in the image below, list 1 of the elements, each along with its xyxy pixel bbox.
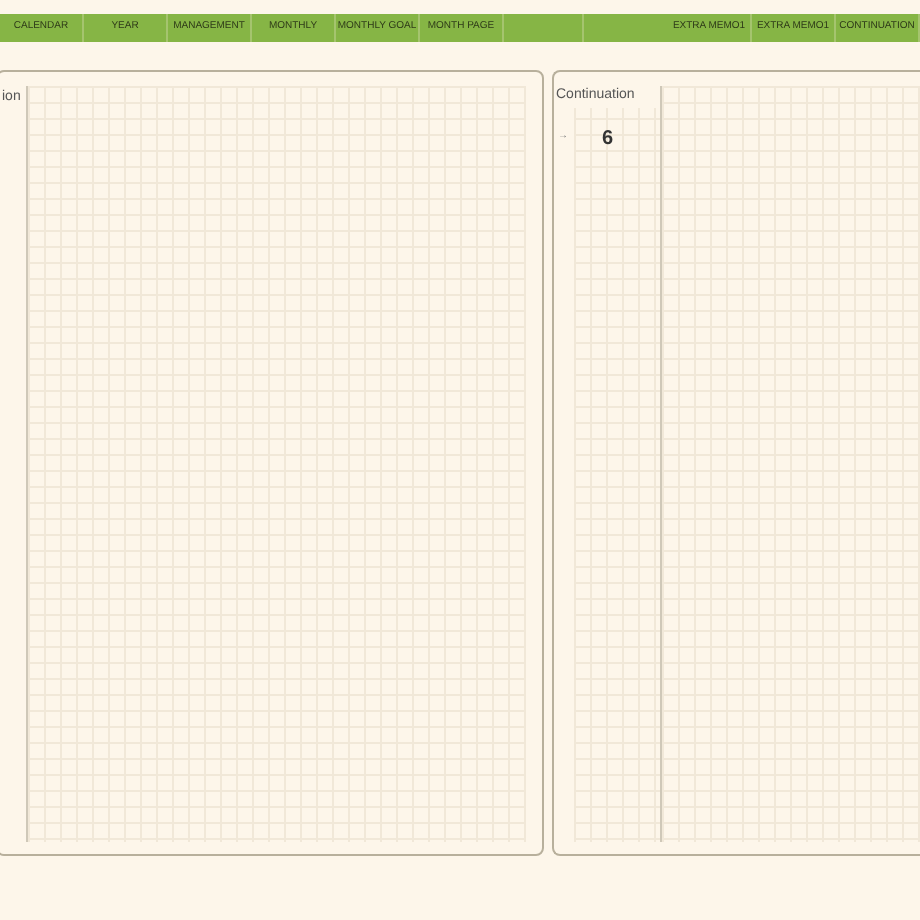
- day-number: 6: [602, 125, 614, 153]
